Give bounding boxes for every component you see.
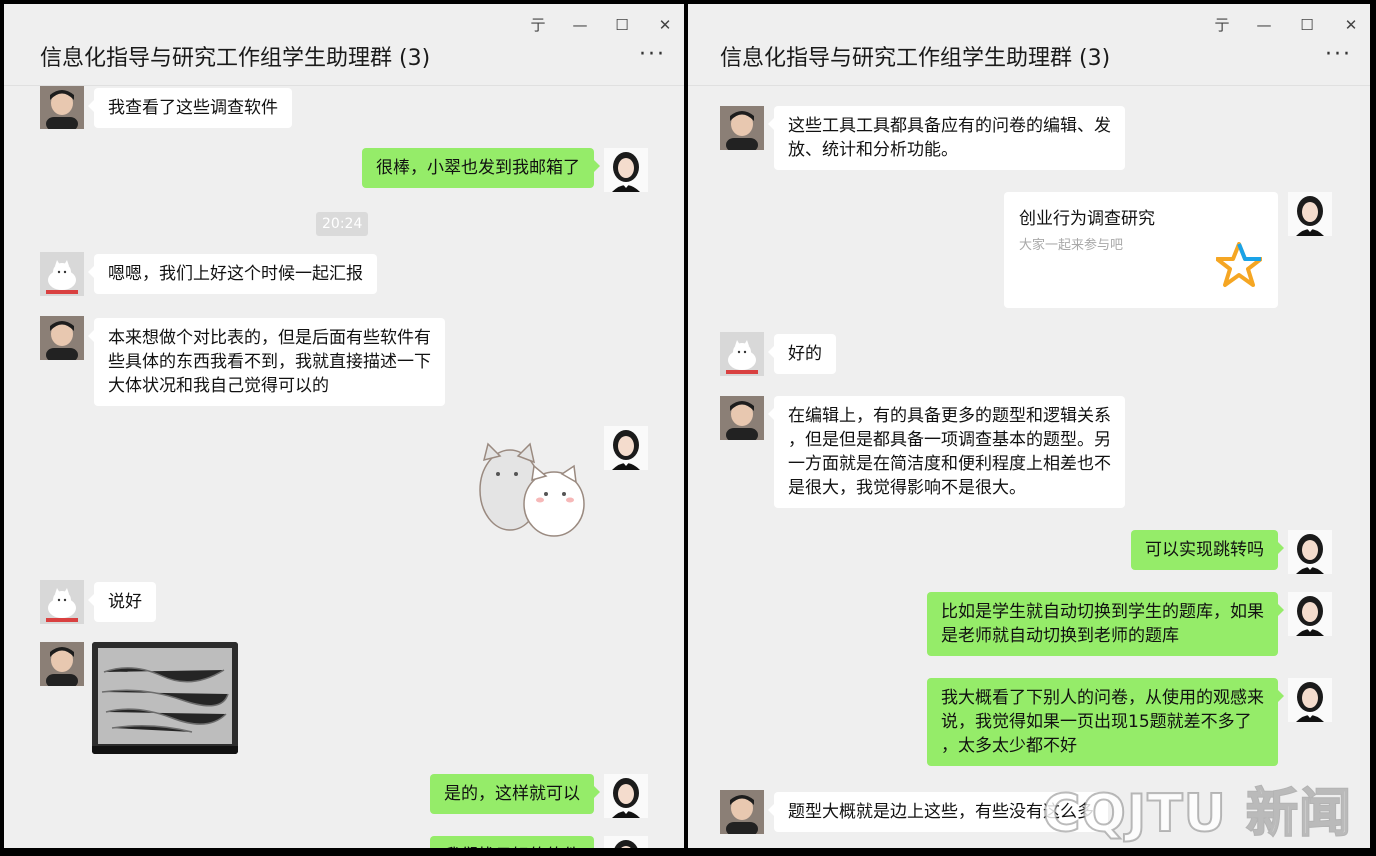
message-line: 在编辑上，有的具备更多的题型和逻辑关系 <box>788 406 1111 426</box>
more-options-button[interactable]: ··· <box>639 44 666 66</box>
title-bar: 亍 — ☐ ✕ 信息化指导与研究工作组学生助理群 (3) ··· <box>688 4 1370 86</box>
message-line: 是老师就自动切换到老师的题库 <box>941 626 1179 646</box>
avatar-girl[interactable] <box>1288 592 1332 636</box>
timestamp: 20:24 <box>316 212 369 236</box>
avatar-boy[interactable] <box>720 790 764 834</box>
avatar-girl[interactable] <box>1288 192 1332 236</box>
chat-title: 信息化指导与研究工作组学生助理群 (3) <box>720 46 1111 71</box>
avatar-girl[interactable] <box>1288 678 1332 722</box>
avatar-boy[interactable] <box>720 106 764 150</box>
message-line: ，但是但是都具备一项调查基本的题型。另 <box>788 430 1111 450</box>
message-bubble[interactable]: 说好 <box>88 582 156 622</box>
message-line: 放、统计和分析功能。 <box>788 140 958 160</box>
message-line: 本来想做个对比表的，但是后面有些软件有 <box>108 328 431 348</box>
link-card[interactable]: 创业行为调查研究 大家一起来参与吧 <box>1004 192 1278 308</box>
card-description: 大家一起来参与吧 <box>1019 238 1124 253</box>
chat-window-right: 亍 — ☐ ✕ 信息化指导与研究工作组学生助理群 (3) ··· 这些工具工具都… <box>688 4 1370 848</box>
message-line: 我大概看了下别人的问卷，从使用的观感来 <box>941 688 1264 708</box>
avatar-girl[interactable] <box>604 426 648 470</box>
message-line: 大体状况和我自己觉得可以的 <box>108 376 329 396</box>
message-line: 比如是学生就自动切换到学生的题库，如果 <box>941 602 1264 622</box>
pin-icon[interactable]: 亍 <box>528 16 548 34</box>
message-line: 一方面就是在简洁度和便利程度上相差也不 <box>788 454 1111 474</box>
close-button[interactable]: ✕ <box>655 16 675 34</box>
avatar-girl[interactable] <box>1288 530 1332 574</box>
minimize-button[interactable]: — <box>1254 16 1274 34</box>
message-bubble-sent[interactable]: 很棒，小翠也发到我邮箱了 <box>362 148 600 188</box>
avatar-boy[interactable] <box>40 86 84 129</box>
message-bubble-sent[interactable]: 我大概看了下别人的问卷，从使用的观感来 说，我觉得如果一页出现15题就差不多了 … <box>927 678 1284 766</box>
message-bubble-multiline[interactable]: 这些工具工具都具备应有的问卷的编辑、发 放、统计和分析功能。 <box>768 106 1125 170</box>
avatar-boy[interactable] <box>40 642 84 686</box>
card-title: 创业行为调查研究 <box>1019 209 1155 229</box>
minimize-button[interactable]: — <box>570 16 590 34</box>
close-button[interactable]: ✕ <box>1341 16 1361 34</box>
chat-window-left: 亍 — ☐ ✕ 信息化指导与研究工作组学生助理群 (3) ··· 我查看了这些调… <box>4 4 684 848</box>
message-bubble[interactable]: 嗯嗯，我们上好这个时候一起汇报 <box>88 254 377 294</box>
maximize-button[interactable]: ☐ <box>1297 16 1317 34</box>
message-list[interactable]: 这些工具工具都具备应有的问卷的编辑、发 放、统计和分析功能。 创业行为调查研究 … <box>688 86 1370 848</box>
message-bubble[interactable]: 好的 <box>768 334 836 374</box>
screen: 亍 — ☐ ✕ 信息化指导与研究工作组学生助理群 (3) ··· 我查看了这些调… <box>0 0 1376 856</box>
pin-icon[interactable]: 亍 <box>1212 16 1232 34</box>
avatar-cat[interactable] <box>720 332 764 376</box>
cat-sticker[interactable] <box>470 438 596 546</box>
image-message[interactable] <box>92 642 238 754</box>
message-line: 这些工具工具都具备应有的问卷的编辑、发 <box>788 116 1111 136</box>
message-bubble-sent[interactable]: 比如是学生就自动切换到学生的题库，如果 是老师就自动切换到老师的题库 <box>927 592 1284 656</box>
message-bubble[interactable]: 我查看了这些调查软件 <box>88 88 292 128</box>
star-icon <box>1215 242 1263 292</box>
watermark-logo: CQJTU 新闻 <box>1041 783 1352 845</box>
maximize-button[interactable]: ☐ <box>612 16 632 34</box>
title-bar: 亍 — ☐ ✕ 信息化指导与研究工作组学生助理群 (3) ··· <box>4 4 684 86</box>
avatar-cat[interactable] <box>40 252 84 296</box>
avatar-boy[interactable] <box>720 396 764 440</box>
message-line: 是很大，我觉得影响不是很大。 <box>788 478 1026 498</box>
avatar-girl[interactable] <box>604 774 648 818</box>
message-line: ，太多太少都不好 <box>941 736 1077 756</box>
message-bubble-multiline[interactable]: 在编辑上，有的具备更多的题型和逻辑关系 ，但是但是都具备一项调查基本的题型。另 … <box>768 396 1125 508</box>
message-bubble-sent[interactable]: 我们找日好的软件 <box>430 836 594 848</box>
message-list[interactable]: 我查看了这些调查软件 很棒，小翠也发到我邮箱了 20:24 嗯嗯，我们上好这个时… <box>4 86 684 848</box>
message-bubble-sent[interactable]: 可以实现跳转吗 <box>1131 530 1284 570</box>
avatar-boy[interactable] <box>40 316 84 360</box>
message-line: 些具体的东西我看不到，我就直接描述一下 <box>108 352 431 372</box>
message-line: 说，我觉得如果一页出现15题就差不多了 <box>941 712 1252 732</box>
avatar-girl[interactable] <box>604 836 648 848</box>
avatar-cat[interactable] <box>40 580 84 624</box>
more-options-button[interactable]: ··· <box>1325 44 1352 66</box>
message-bubble-multiline[interactable]: 本来想做个对比表的，但是后面有些软件有 些具体的东西我看不到，我就直接描述一下 … <box>88 318 445 406</box>
avatar-girl[interactable] <box>604 148 648 192</box>
message-bubble-sent[interactable]: 是的，这样就可以 <box>430 774 600 814</box>
chat-title: 信息化指导与研究工作组学生助理群 (3) <box>40 46 431 71</box>
